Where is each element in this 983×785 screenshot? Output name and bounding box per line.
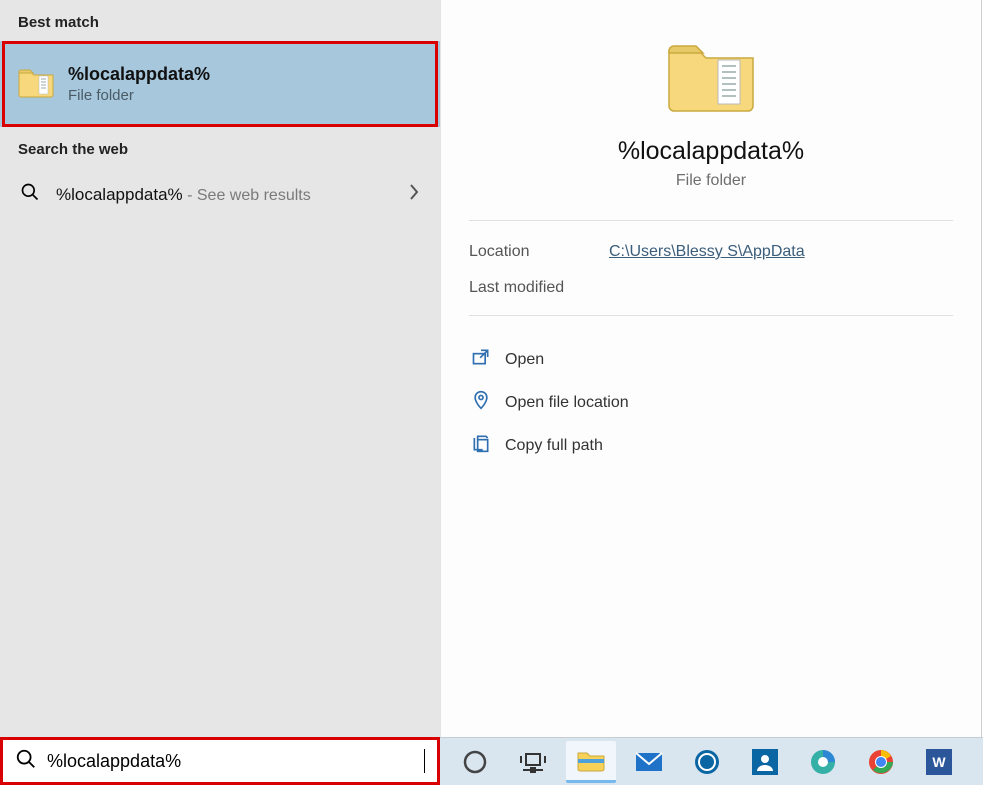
search-bar[interactable] <box>0 737 440 785</box>
search-web-suffix: - See web results <box>183 187 311 204</box>
best-match-title: %localappdata% <box>68 64 210 85</box>
open-location-action[interactable]: Open file location <box>469 381 953 424</box>
dell-icon[interactable] <box>682 741 732 783</box>
action-list: Open Open file location <box>469 338 953 467</box>
chevron-right-icon <box>408 184 420 205</box>
task-view-icon[interactable] <box>508 741 558 783</box>
search-icon <box>15 748 37 775</box>
copy-path-label: Copy full path <box>505 437 603 455</box>
open-label: Open <box>505 351 544 369</box>
people-icon[interactable] <box>740 741 790 783</box>
folder-icon-large <box>666 101 756 118</box>
file-explorer-icon[interactable] <box>566 741 616 783</box>
best-match-result[interactable]: %localappdata% File folder <box>0 41 440 127</box>
edge-icon[interactable] <box>798 741 848 783</box>
folder-icon <box>18 66 54 103</box>
details-pane: %localappdata% File folder Location C:\U… <box>440 0 982 737</box>
modified-row: Last modified <box>469 279 953 297</box>
search-web-left: %localappdata% - See web results <box>20 182 311 207</box>
modified-label: Last modified <box>469 279 609 297</box>
search-icon <box>20 182 40 207</box>
search-web-row[interactable]: %localappdata% - See web results <box>0 168 440 221</box>
location-link[interactable]: C:\Users\Blessy S\AppData <box>609 243 805 261</box>
word-icon[interactable]: W <box>914 741 964 783</box>
windows-search-popover: Best match %localappdata% F <box>0 0 983 785</box>
best-match-subtitle: File folder <box>68 87 210 104</box>
text-caret <box>424 749 425 773</box>
svg-text:W: W <box>932 754 946 770</box>
location-label: Location <box>469 243 609 261</box>
details-title: %localappdata% <box>469 137 953 166</box>
details-subtitle: File folder <box>469 172 953 190</box>
mail-icon[interactable] <box>624 741 674 783</box>
search-results-pane: Best match %localappdata% F <box>0 0 440 737</box>
cortana-icon[interactable] <box>450 741 500 783</box>
taskbar: W <box>440 737 983 785</box>
search-input[interactable] <box>47 751 424 772</box>
open-action[interactable]: Open <box>469 338 953 381</box>
chrome-icon[interactable] <box>856 741 906 783</box>
best-match-texts: %localappdata% File folder <box>68 64 210 104</box>
copy-path-action[interactable]: Copy full path <box>469 424 953 467</box>
copy-icon <box>471 433 491 458</box>
location-row: Location C:\Users\Blessy S\AppData <box>469 243 953 261</box>
open-location-label: Open file location <box>505 394 629 412</box>
search-web-text: %localappdata% - See web results <box>56 185 311 205</box>
open-location-icon <box>471 390 491 415</box>
best-match-header: Best match <box>0 0 440 41</box>
divider <box>469 315 953 316</box>
search-web-query: %localappdata% <box>56 185 183 204</box>
search-web-header: Search the web <box>0 127 440 168</box>
divider <box>469 220 953 221</box>
open-icon <box>471 347 491 372</box>
details-hero: %localappdata% File folder <box>469 26 953 220</box>
best-match-result-wrap: %localappdata% File folder <box>0 41 440 127</box>
